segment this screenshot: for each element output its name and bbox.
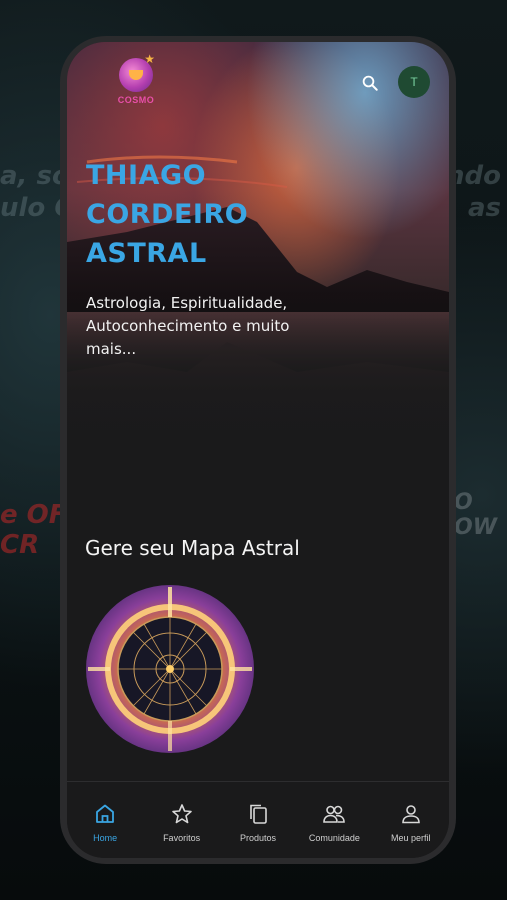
star-icon: ★ bbox=[144, 52, 155, 66]
nav-item-home[interactable]: Home bbox=[67, 782, 143, 843]
avatar[interactable]: T bbox=[398, 66, 430, 98]
search-button[interactable] bbox=[357, 70, 383, 96]
copy-icon bbox=[250, 804, 267, 824]
nav-label-home: Home bbox=[93, 833, 118, 843]
user-icon bbox=[401, 805, 420, 824]
section-title: Gere seu Mapa Astral bbox=[85, 536, 300, 560]
nav-item-favoritos[interactable]: Favoritos bbox=[144, 782, 220, 843]
app-screen: ★ COSMO T THIAGO CORDEIRO ASTRAL Astrolo… bbox=[67, 42, 449, 858]
home-icon bbox=[96, 804, 115, 823]
nav-item-produtos[interactable]: Produtos bbox=[220, 782, 296, 843]
hero-title: THIAGO CORDEIRO ASTRAL bbox=[86, 160, 249, 269]
nav-label-comunidade: Comunidade bbox=[308, 833, 360, 843]
zodiac-wheel-image bbox=[88, 587, 252, 751]
hero-subtitle: Astrologia, Espiritualidade, Autoconheci… bbox=[86, 294, 290, 358]
nav-item-meu-perfil[interactable]: Meu perfil bbox=[373, 782, 449, 843]
nav-item-comunidade[interactable]: Comunidade bbox=[296, 782, 372, 843]
search-icon bbox=[362, 75, 378, 91]
logo-text: COSMO bbox=[117, 95, 155, 105]
star-icon bbox=[171, 804, 192, 824]
users-icon bbox=[323, 805, 346, 823]
background-decoration-show: O OW bbox=[454, 490, 497, 540]
nav-label-favoritos: Favoritos bbox=[163, 833, 201, 843]
app-logo[interactable]: ★ COSMO bbox=[101, 52, 171, 114]
nav-label-meu-perfil: Meu perfil bbox=[390, 833, 431, 843]
bottom-nav: Home Favoritos Produtos Comunidade Meu p… bbox=[67, 782, 449, 858]
mapa-astral-card[interactable] bbox=[86, 585, 254, 753]
logo-icon: ★ bbox=[119, 52, 155, 92]
background-decoration-red: e OF CR bbox=[0, 500, 67, 560]
nav-label-produtos: Produtos bbox=[239, 833, 276, 843]
